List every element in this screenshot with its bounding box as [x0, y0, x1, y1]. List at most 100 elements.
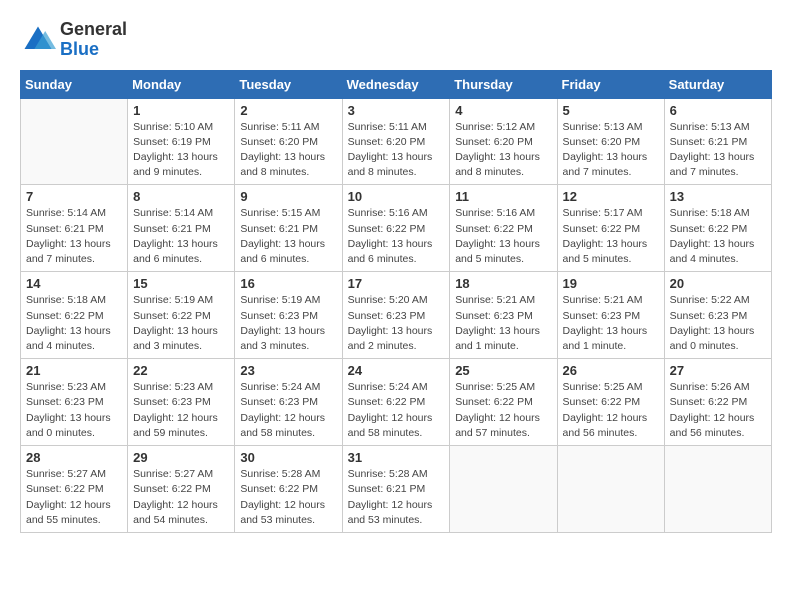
col-header-sunday: Sunday: [21, 70, 128, 98]
day-number: 15: [133, 276, 229, 291]
day-info: Sunrise: 5:16 AMSunset: 6:22 PMDaylight:…: [348, 206, 445, 267]
table-row: 18Sunrise: 5:21 AMSunset: 6:23 PMDayligh…: [450, 272, 557, 359]
logo-blue: Blue: [60, 40, 127, 60]
day-info: Sunrise: 5:22 AMSunset: 6:23 PMDaylight:…: [670, 293, 766, 354]
day-info: Sunrise: 5:24 AMSunset: 6:22 PMDaylight:…: [348, 380, 445, 441]
day-number: 5: [563, 103, 659, 118]
calendar: SundayMondayTuesdayWednesdayThursdayFrid…: [20, 70, 772, 533]
table-row: 6Sunrise: 5:13 AMSunset: 6:21 PMDaylight…: [664, 98, 771, 185]
col-header-monday: Monday: [128, 70, 235, 98]
logo: General Blue: [20, 20, 127, 60]
day-info: Sunrise: 5:19 AMSunset: 6:23 PMDaylight:…: [240, 293, 336, 354]
day-info: Sunrise: 5:25 AMSunset: 6:22 PMDaylight:…: [455, 380, 551, 441]
day-info: Sunrise: 5:14 AMSunset: 6:21 PMDaylight:…: [26, 206, 122, 267]
day-number: 17: [348, 276, 445, 291]
table-row: 3 Sunrise: 5:11 AMSunset: 6:20 PMDaylight…: [342, 98, 450, 185]
calendar-week-row: 21 Sunrise: 5:23 AMSunset: 6:23 PMDayligh…: [21, 359, 772, 446]
calendar-week-row: 7 Sunrise: 5:14 AMSunset: 6:21 PMDaylight…: [21, 185, 772, 272]
table-row: 22 Sunrise: 5:23 AMSunset: 6:23 PMDayligh…: [128, 359, 235, 446]
day-number: 7: [26, 189, 122, 204]
day-number: 4: [455, 103, 551, 118]
col-header-saturday: Saturday: [664, 70, 771, 98]
table-row: 8Sunrise: 5:14 AMSunset: 6:21 PMDaylight…: [128, 185, 235, 272]
day-number: 30: [240, 450, 336, 465]
col-header-thursday: Thursday: [450, 70, 557, 98]
day-info: Sunrise: 5:17 AMSunset: 6:22 PMDaylight:…: [563, 206, 659, 267]
table-row: 10Sunrise: 5:16 AMSunset: 6:22 PMDayligh…: [342, 185, 450, 272]
day-info: Sunrise: 5:12 AMSunset: 6:20 PMDaylight:…: [455, 120, 551, 181]
day-number: 31: [348, 450, 445, 465]
calendar-week-row: 1Sunrise: 5:10 AMSunset: 6:19 PMDaylight…: [21, 98, 772, 185]
calendar-header-row: SundayMondayTuesdayWednesdayThursdayFrid…: [21, 70, 772, 98]
day-number: 9: [240, 189, 336, 204]
day-number: 14: [26, 276, 122, 291]
day-info: Sunrise: 5:11 AMSunset: 6:20 PMDaylight:…: [348, 120, 445, 181]
table-row: 20 Sunrise: 5:22 AMSunset: 6:23 PMDayligh…: [664, 272, 771, 359]
table-row: 14 Sunrise: 5:18 AMSunset: 6:22 PMDayligh…: [21, 272, 128, 359]
table-row: 26 Sunrise: 5:25 AMSunset: 6:22 PMDayligh…: [557, 359, 664, 446]
calendar-week-row: 28 Sunrise: 5:27 AMSunset: 6:22 PMDayligh…: [21, 446, 772, 533]
day-info: Sunrise: 5:18 AMSunset: 6:22 PMDaylight:…: [670, 206, 766, 267]
day-number: 3: [348, 103, 445, 118]
day-info: Sunrise: 5:13 AMSunset: 6:21 PMDaylight:…: [670, 120, 766, 181]
table-row: 11 Sunrise: 5:16 AMSunset: 6:22 PMDayligh…: [450, 185, 557, 272]
day-info: Sunrise: 5:15 AMSunset: 6:21 PMDaylight:…: [240, 206, 336, 267]
table-row: 31 Sunrise: 5:28 AMSunset: 6:21 PMDayligh…: [342, 446, 450, 533]
day-number: 27: [670, 363, 766, 378]
day-number: 23: [240, 363, 336, 378]
table-row: 25 Sunrise: 5:25 AMSunset: 6:22 PMDayligh…: [450, 359, 557, 446]
table-row: 1Sunrise: 5:10 AMSunset: 6:19 PMDaylight…: [128, 98, 235, 185]
page-header: General Blue: [20, 20, 772, 60]
table-row: [21, 98, 128, 185]
table-row: 4 Sunrise: 5:12 AMSunset: 6:20 PMDaylight…: [450, 98, 557, 185]
table-row: [557, 446, 664, 533]
day-info: Sunrise: 5:14 AMSunset: 6:21 PMDaylight:…: [133, 206, 229, 267]
day-number: 28: [26, 450, 122, 465]
day-number: 26: [563, 363, 659, 378]
day-number: 22: [133, 363, 229, 378]
day-number: 24: [348, 363, 445, 378]
calendar-week-row: 14 Sunrise: 5:18 AMSunset: 6:22 PMDayligh…: [21, 272, 772, 359]
day-info: Sunrise: 5:16 AMSunset: 6:22 PMDaylight:…: [455, 206, 551, 267]
day-info: Sunrise: 5:18 AMSunset: 6:22 PMDaylight:…: [26, 293, 122, 354]
table-row: 17 Sunrise: 5:20 AMSunset: 6:23 PMDayligh…: [342, 272, 450, 359]
day-info: Sunrise: 5:20 AMSunset: 6:23 PMDaylight:…: [348, 293, 445, 354]
day-number: 16: [240, 276, 336, 291]
table-row: 27Sunrise: 5:26 AMSunset: 6:22 PMDayligh…: [664, 359, 771, 446]
table-row: 2 Sunrise: 5:11 AMSunset: 6:20 PMDaylight…: [235, 98, 342, 185]
day-info: Sunrise: 5:13 AMSunset: 6:20 PMDaylight:…: [563, 120, 659, 181]
col-header-friday: Friday: [557, 70, 664, 98]
day-info: Sunrise: 5:25 AMSunset: 6:22 PMDaylight:…: [563, 380, 659, 441]
day-number: 12: [563, 189, 659, 204]
day-number: 2: [240, 103, 336, 118]
table-row: 23 Sunrise: 5:24 AMSunset: 6:23 PMDayligh…: [235, 359, 342, 446]
day-info: Sunrise: 5:19 AMSunset: 6:22 PMDaylight:…: [133, 293, 229, 354]
table-row: 9 Sunrise: 5:15 AMSunset: 6:21 PMDaylight…: [235, 185, 342, 272]
table-row: 30 Sunrise: 5:28 AMSunset: 6:22 PMDayligh…: [235, 446, 342, 533]
day-number: 11: [455, 189, 551, 204]
day-info: Sunrise: 5:27 AMSunset: 6:22 PMDaylight:…: [133, 467, 229, 528]
day-info: Sunrise: 5:23 AMSunset: 6:23 PMDaylight:…: [26, 380, 122, 441]
day-number: 20: [670, 276, 766, 291]
day-info: Sunrise: 5:23 AMSunset: 6:23 PMDaylight:…: [133, 380, 229, 441]
table-row: 21 Sunrise: 5:23 AMSunset: 6:23 PMDayligh…: [21, 359, 128, 446]
day-info: Sunrise: 5:28 AMSunset: 6:22 PMDaylight:…: [240, 467, 336, 528]
table-row: [664, 446, 771, 533]
table-row: 29 Sunrise: 5:27 AMSunset: 6:22 PMDayligh…: [128, 446, 235, 533]
day-number: 18: [455, 276, 551, 291]
table-row: 19Sunrise: 5:21 AMSunset: 6:23 PMDayligh…: [557, 272, 664, 359]
table-row: 16 Sunrise: 5:19 AMSunset: 6:23 PMDayligh…: [235, 272, 342, 359]
table-row: 15 Sunrise: 5:19 AMSunset: 6:22 PMDayligh…: [128, 272, 235, 359]
logo-icon: [20, 22, 56, 58]
col-header-wednesday: Wednesday: [342, 70, 450, 98]
table-row: 5 Sunrise: 5:13 AMSunset: 6:20 PMDaylight…: [557, 98, 664, 185]
table-row: 13Sunrise: 5:18 AMSunset: 6:22 PMDayligh…: [664, 185, 771, 272]
day-info: Sunrise: 5:24 AMSunset: 6:23 PMDaylight:…: [240, 380, 336, 441]
col-header-tuesday: Tuesday: [235, 70, 342, 98]
day-info: Sunrise: 5:11 AMSunset: 6:20 PMDaylight:…: [240, 120, 336, 181]
day-number: 25: [455, 363, 551, 378]
day-number: 29: [133, 450, 229, 465]
table-row: 7 Sunrise: 5:14 AMSunset: 6:21 PMDaylight…: [21, 185, 128, 272]
day-number: 21: [26, 363, 122, 378]
day-info: Sunrise: 5:28 AMSunset: 6:21 PMDaylight:…: [348, 467, 445, 528]
